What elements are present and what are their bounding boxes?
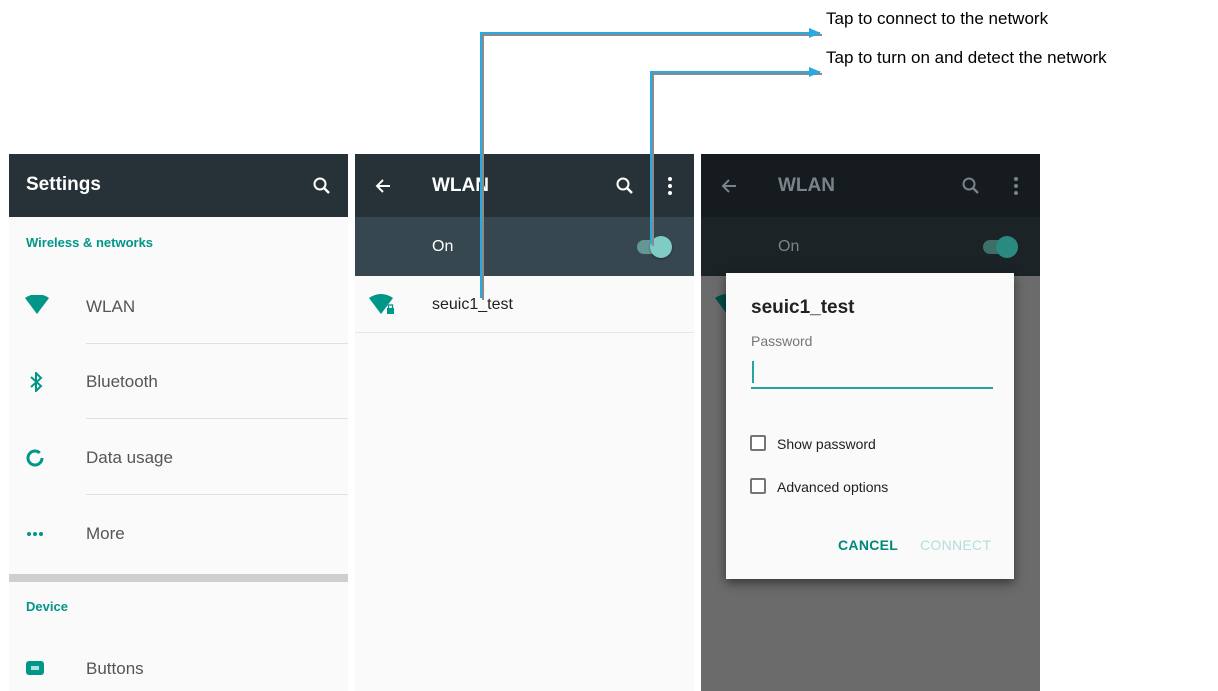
- settings-item-bluetooth[interactable]: Bluetooth: [9, 346, 348, 418]
- switch-thumb: [996, 236, 1018, 258]
- overflow-menu-icon[interactable]: [667, 176, 673, 196]
- settings-item-label: Buttons: [86, 659, 144, 678]
- fn-buttons-icon: [26, 661, 44, 675]
- settings-item-label: Data usage: [86, 448, 173, 467]
- settings-item-label: WLAN: [86, 297, 136, 316]
- settings-item-more[interactable]: More: [9, 498, 348, 570]
- advanced-options-checkbox[interactable]: [750, 478, 766, 494]
- bluetooth-icon: [30, 372, 43, 392]
- toggle-label: On: [778, 238, 800, 255]
- show-password-option[interactable]: Show password: [750, 433, 950, 455]
- back-arrow-icon: [721, 179, 736, 193]
- network-list-item[interactable]: seuic1_test: [355, 276, 694, 332]
- network-ssid: seuic1_test: [432, 296, 513, 313]
- wlan-toggle-switch-dimmed: [981, 234, 1021, 260]
- toggle-label: On: [432, 238, 454, 255]
- show-password-checkbox[interactable]: [750, 435, 766, 451]
- connect-button[interactable]: CONNECT: [920, 537, 991, 553]
- section-separator: [9, 574, 348, 582]
- wlan-toolbar-dimmed: [701, 154, 1040, 217]
- wlan-title-dimmed: WLAN: [778, 175, 835, 196]
- settings-item-buttons[interactable]: Buttons: [9, 634, 348, 691]
- wifi-secured-icon: [369, 294, 394, 314]
- divider: [86, 343, 348, 344]
- password-label: Password: [751, 333, 813, 349]
- settings-item-wlan[interactable]: WLAN: [9, 269, 348, 341]
- section-device: Device: [26, 599, 68, 614]
- callout-turn-on: Tap to turn on and detect the network: [826, 48, 1107, 67]
- wlan-title: WLAN: [432, 175, 489, 196]
- settings-item-label: Bluetooth: [86, 372, 158, 391]
- back-arrow-icon[interactable]: [374, 177, 392, 195]
- wlan-screen: WLAN On seuic1_test: [355, 154, 694, 691]
- search-icon[interactable]: [615, 176, 635, 196]
- password-input[interactable]: [751, 357, 993, 389]
- wlan-toolbar: [355, 154, 694, 217]
- checkbox-label: Show password: [777, 436, 876, 452]
- data-usage-icon: [26, 449, 44, 467]
- divider: [86, 418, 348, 419]
- divider: [355, 332, 694, 333]
- divider: [86, 494, 348, 495]
- settings-screen: Settings Wireless & networks WLAN Blueto…: [9, 154, 348, 691]
- wlan-dialog-screen: WLAN On seuic1_test Password Show passwo…: [701, 154, 1040, 691]
- section-wireless-networks: Wireless & networks: [26, 235, 154, 250]
- dialog-title: seuic1_test: [751, 297, 855, 318]
- more-dots-icon: [27, 532, 43, 536]
- wlan-toggle-switch[interactable]: [635, 234, 675, 260]
- wifi-icon: [25, 295, 49, 314]
- checkbox-label: Advanced options: [777, 479, 889, 495]
- settings-title: Settings: [26, 174, 101, 195]
- advanced-options-option[interactable]: Advanced options: [750, 476, 950, 498]
- text-cursor: [752, 361, 754, 383]
- overflow-menu-icon: [1014, 177, 1018, 195]
- connect-dialog: seuic1_test Password Show password Advan…: [726, 273, 1014, 579]
- settings-item-data-usage[interactable]: Data usage: [9, 422, 348, 494]
- cancel-button[interactable]: CANCEL: [838, 537, 898, 553]
- search-icon[interactable]: [312, 176, 332, 196]
- password-underline: [751, 387, 993, 389]
- search-icon: [962, 177, 979, 194]
- callout-connect: Tap to connect to the network: [826, 9, 1049, 28]
- settings-item-label: More: [86, 524, 125, 543]
- switch-thumb: [650, 236, 672, 258]
